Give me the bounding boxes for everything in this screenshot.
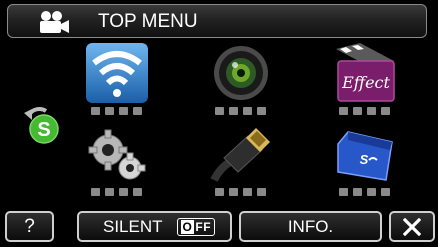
info-label: INFO. (287, 216, 334, 236)
close-button[interactable] (389, 211, 435, 242)
silent-state-letter: O (180, 219, 195, 234)
silent-button[interactable]: SILENT O FF (77, 211, 232, 242)
svg-text:Effect: Effect (341, 73, 390, 92)
tile-sd-card[interactable]: S (334, 124, 396, 198)
wireless-icon (86, 43, 148, 103)
info-button[interactable]: INFO. (239, 211, 382, 242)
title-bar: TOP MENU (7, 4, 427, 38)
settings-gears-icon (86, 124, 148, 184)
video-camera-icon (40, 11, 69, 33)
return-to-original-icon[interactable]: S (22, 107, 60, 145)
indicator-dots (91, 188, 143, 196)
indicator-dots (339, 107, 391, 115)
tile-wireless[interactable] (86, 43, 148, 117)
hdmi-cable-icon (210, 124, 272, 184)
indicator-dots (339, 188, 391, 196)
camera-lens-icon (210, 43, 272, 103)
indicator-dots (91, 107, 143, 115)
sd-card-icon: S (334, 124, 396, 184)
tile-connection[interactable] (210, 124, 272, 198)
tile-settings[interactable] (86, 124, 148, 198)
tile-camera-lens[interactable] (210, 43, 272, 117)
indicator-dots (215, 107, 267, 115)
effect-clapper-icon: Effect (334, 43, 396, 103)
help-button[interactable]: ? (5, 211, 54, 242)
silent-label: SILENT (103, 216, 163, 236)
page-title: TOP MENU (98, 11, 198, 32)
svg-text:S: S (37, 119, 50, 141)
help-label: ? (24, 215, 35, 237)
silent-state-badge: O FF (176, 217, 216, 236)
svg-text:S: S (360, 152, 369, 167)
indicator-dots (215, 188, 267, 196)
tile-effect[interactable]: Effect (334, 43, 396, 117)
close-icon (403, 217, 421, 236)
silent-state-rest: FF (195, 219, 212, 234)
